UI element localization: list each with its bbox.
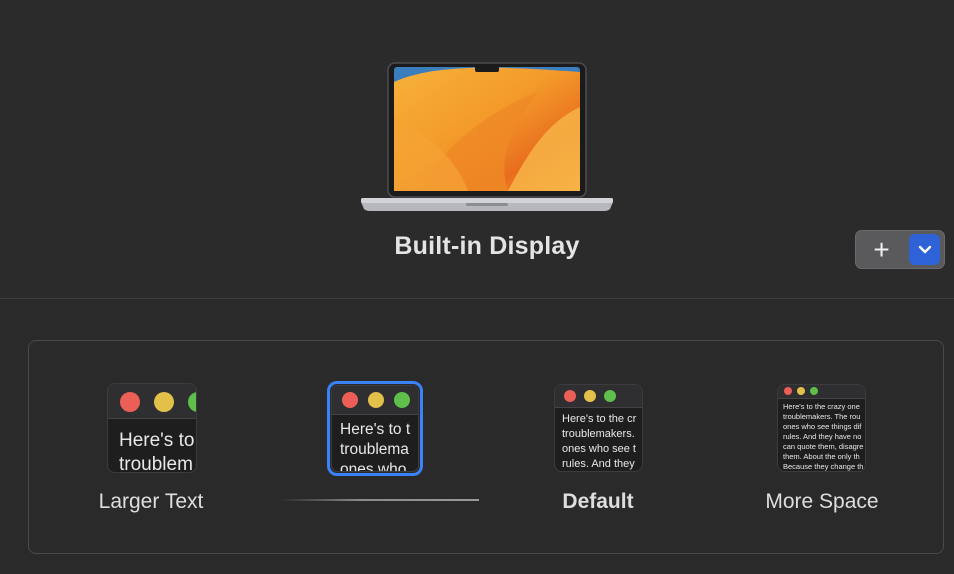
close-dot-icon (784, 387, 792, 395)
minimize-dot-icon (154, 392, 174, 412)
laptop-icon[interactable] (358, 62, 616, 214)
preview-text-line: ones who see t (562, 443, 636, 455)
preview-text-line: troublemakers. The rou (783, 412, 861, 421)
preview-text-line: Here's to the crazy one (783, 402, 860, 411)
zoom-dot-icon (188, 392, 196, 412)
add-display-button[interactable]: + (855, 230, 908, 269)
minimize-dot-icon (368, 392, 384, 408)
preview-text-line: troublemakers. (562, 428, 635, 440)
preview-text-line: Here's to t (119, 430, 196, 451)
preview-text-line: troublem (119, 454, 193, 473)
option-label: Larger Text (98, 490, 204, 513)
zoom-dot-icon (810, 387, 818, 395)
preview-text-line: can quote them, disagre (783, 442, 864, 451)
chevron-down-icon (918, 245, 931, 254)
preview-more-space: Here's to the crazy one troublemakers. T… (777, 384, 866, 472)
close-dot-icon (564, 390, 576, 402)
preview-text-line: Here's to t (340, 421, 411, 438)
minimize-dot-icon (584, 390, 596, 402)
section-divider (0, 298, 954, 299)
plus-icon: + (873, 233, 890, 265)
preview-titlebar (332, 386, 418, 415)
preview-text-line: troublema (340, 441, 409, 458)
option-label: More Space (765, 490, 879, 513)
option-label: Default (562, 490, 634, 513)
zoom-dot-icon (604, 390, 616, 402)
preview-larger-text: Here's to t troublem (107, 383, 197, 473)
zoom-dot-icon (394, 392, 410, 408)
preview-text-line: Here's to the cr (562, 413, 637, 425)
preview-text-line: ones who see things dif (783, 422, 862, 431)
preview-text-line: ones who (340, 461, 407, 472)
close-dot-icon (120, 392, 140, 412)
preview-text-line: them. About the only th (783, 452, 860, 461)
preview-default: Here's to the cr troublemakers. ones who… (554, 384, 643, 472)
resolution-slider-track (280, 499, 479, 501)
preview-text-line: Because they change th (783, 462, 864, 471)
close-dot-icon (342, 392, 358, 408)
display-name: Built-in Display (394, 232, 580, 260)
preview-titlebar (778, 385, 865, 399)
preview-titlebar (108, 384, 196, 419)
preview-intermediate: Here's to t troublema ones who (331, 385, 419, 472)
preview-text-line: rules. And they (562, 458, 635, 470)
minimize-dot-icon (797, 387, 805, 395)
add-display-control: + (855, 230, 945, 269)
preview-text-line: rules. And they have no (783, 432, 862, 441)
display-menu-button[interactable] (909, 234, 940, 265)
preview-titlebar (555, 385, 642, 408)
